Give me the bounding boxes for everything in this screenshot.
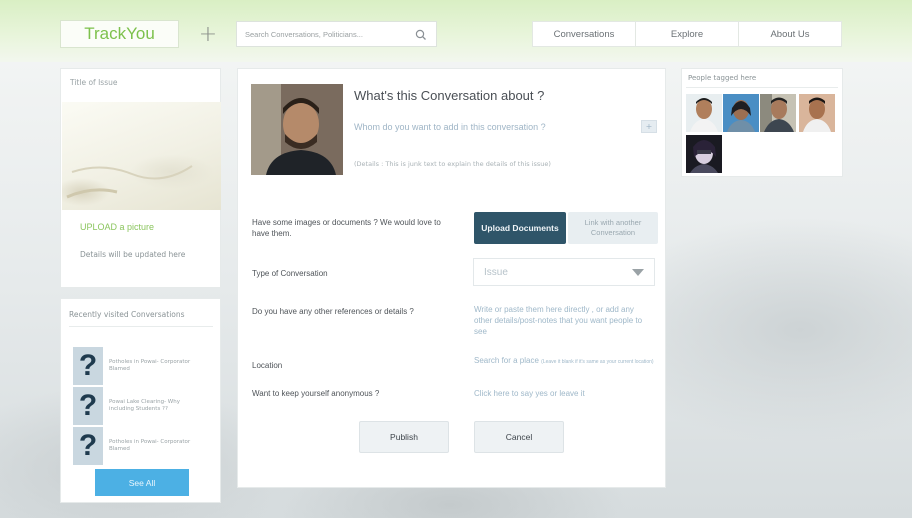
tagged-person-avatar[interactable]: [686, 94, 722, 132]
anonymous-question: Want to keep yourself anonymous ?: [252, 389, 380, 398]
search-input[interactable]: [245, 29, 414, 39]
recent-item-label: Potholes in Powai- Corporator Blamed: [109, 438, 191, 452]
location-label: Location: [252, 361, 283, 370]
question-mark-icon: ?: [73, 347, 103, 385]
nav-explore[interactable]: Explore: [636, 22, 739, 46]
recent-conversations-card: Recently visited Conversations ? Pothole…: [60, 298, 221, 503]
type-label: Type of Conversation: [252, 269, 328, 278]
details-text: (Details : This is junk text to explain …: [354, 160, 551, 168]
logo[interactable]: TrackYou: [60, 20, 179, 48]
select-value: Issue: [484, 266, 508, 278]
logo-text: TrackYou: [84, 24, 155, 43]
issue-title: Title of Issue: [70, 78, 118, 87]
anonymous-toggle[interactable]: Click here to say yes or leave it: [474, 389, 585, 400]
tagged-person-avatar[interactable]: [686, 135, 722, 173]
publish-button[interactable]: Publish: [359, 421, 449, 453]
list-item[interactable]: ? Powai Lake Clearing- Why including Stu…: [73, 386, 213, 426]
conversation-type-select[interactable]: Issue: [473, 258, 655, 286]
tagged-person-avatar[interactable]: [723, 94, 759, 132]
issue-image: [62, 102, 221, 210]
add-people-prompt[interactable]: Whom do you want to add in this conversa…: [354, 122, 546, 132]
references-input[interactable]: Write or paste them here directly , or a…: [474, 305, 654, 337]
location-input[interactable]: Search for a place (Leave it blank if it…: [474, 356, 654, 367]
images-question: Have some images or documents ? We would…: [252, 218, 441, 239]
tagged-person-avatar[interactable]: [760, 94, 796, 132]
add-people-button[interactable]: +: [641, 120, 657, 133]
add-icon[interactable]: +: [194, 20, 222, 48]
list-item[interactable]: ? Potholes in Powai- Corporator Blamed: [73, 346, 213, 386]
form-heading: What's this Conversation about ?: [354, 88, 545, 103]
question-mark-icon: ?: [73, 427, 103, 465]
question-mark-icon: ?: [73, 387, 103, 425]
location-hint: Search for a place: [474, 356, 539, 365]
link-conversation-button[interactable]: Link with another Conversation: [568, 212, 658, 244]
divider: [69, 326, 213, 327]
chevron-down-icon: [632, 268, 644, 276]
issue-card: Title of Issue UPLOAD a picture Details …: [60, 68, 221, 288]
divider: [686, 87, 838, 88]
see-all-button[interactable]: See All: [95, 469, 189, 496]
people-title: People tagged here: [688, 74, 757, 82]
recent-item-label: Powai Lake Clearing- Why including Stude…: [109, 398, 180, 412]
conversation-form: What's this Conversation about ? Whom do…: [237, 68, 666, 488]
upload-documents-button[interactable]: Upload Documents: [474, 212, 566, 244]
avatar[interactable]: [251, 84, 343, 175]
references-question: Do you have any other references or deta…: [252, 307, 414, 316]
location-subhint: (Leave it blank if it's same as your cur…: [541, 359, 654, 365]
recent-list: ? Potholes in Powai- Corporator Blamed ?…: [73, 346, 213, 466]
upload-picture-link[interactable]: UPLOAD a picture: [80, 222, 154, 232]
nav-about-us[interactable]: About Us: [739, 22, 841, 46]
tagged-person-avatar[interactable]: [799, 94, 835, 132]
issue-details-text: Details will be updated here: [80, 250, 186, 259]
search-bar: [236, 21, 437, 47]
recent-item-label: Potholes in Powai- Corporator Blamed: [109, 358, 191, 372]
recent-title: Recently visited Conversations: [69, 310, 185, 319]
nav-conversations[interactable]: Conversations: [533, 22, 636, 46]
people-tagged-card: People tagged here: [681, 68, 843, 177]
main-nav: Conversations Explore About Us: [532, 21, 842, 47]
search-icon[interactable]: [414, 27, 428, 41]
cancel-button[interactable]: Cancel: [474, 421, 564, 453]
list-item[interactable]: ? Potholes in Powai- Corporator Blamed: [73, 426, 213, 466]
top-bar: TrackYou + Conversations Explore About U…: [0, 0, 912, 62]
